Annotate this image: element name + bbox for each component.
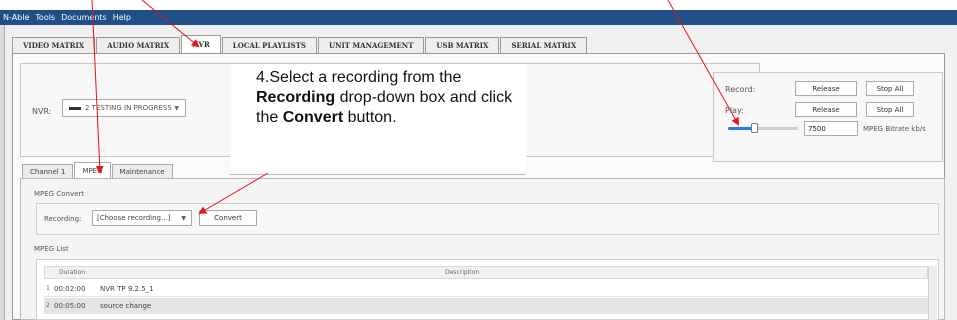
tab-local-playlists[interactable]: LOCAL PLAYLISTS	[221, 37, 317, 53]
record-stop-all-button[interactable]: Stop All	[866, 81, 914, 96]
chevron-down-icon: ▼	[174, 104, 179, 112]
callout-text-3: button.	[343, 109, 397, 126]
mpeg-convert-title: MPEG Convert	[34, 190, 85, 198]
tab-maintenance[interactable]: Maintenance	[111, 164, 173, 178]
convert-button[interactable]: Convert	[199, 210, 257, 226]
menu-bar: N-Able Tools Documents Help	[0, 10, 957, 25]
tab-audio-matrix[interactable]: AUDIO MATRIX	[96, 37, 181, 53]
menu-n-able[interactable]: N-Able	[3, 13, 29, 22]
menu-help[interactable]: Help	[113, 13, 131, 22]
list-item[interactable]: 2 00:05:00 source change	[44, 298, 928, 314]
row-description: NVR TP 9.2.5_1	[100, 285, 154, 293]
main-tab-bar: VIDEO MATRIX AUDIO MATRIX NVR LOCAL PLAY…	[12, 35, 588, 53]
play-stop-all-button[interactable]: Stop All	[866, 102, 914, 117]
recording-selected-value: [Choose recording...]	[97, 214, 171, 222]
record-label: Record:	[725, 85, 756, 94]
play-release-button[interactable]: Release	[795, 102, 857, 117]
row-duration: 00:02:00	[54, 285, 86, 293]
status-dash-icon	[69, 106, 81, 110]
record-release-button[interactable]: Release	[795, 81, 857, 96]
callout-bold-convert: Convert	[282, 109, 344, 126]
column-duration[interactable]: Duration	[59, 269, 85, 276]
bitrate-unit-label: MPEG Bitrate kb/s	[863, 125, 926, 133]
callout-bold-recording: Recording	[256, 89, 336, 106]
bitrate-input[interactable]: 7500	[804, 121, 858, 136]
callout-text-1: 4.Select a recording from the	[256, 69, 462, 86]
row-number: 1	[46, 285, 50, 292]
row-duration: 00:05:00	[54, 302, 86, 310]
nvr-label: NVR:	[32, 107, 52, 116]
column-description[interactable]: Description	[445, 269, 479, 276]
sub-tab-bar: Channel 1 MPEG Maintenance	[22, 162, 174, 178]
row-description: source change	[100, 302, 152, 310]
list-header: Duration Description	[44, 266, 928, 279]
list-item[interactable]: 1 00:02:00 NVR TP 9.2.5_1	[44, 281, 928, 297]
list-scrollbar[interactable]	[928, 266, 937, 320]
nvr-dropdown[interactable]: 2 TESTING IN PROGRESS ▼	[62, 99, 186, 117]
tab-nvr[interactable]: NVR	[181, 35, 221, 53]
instruction-callout: 4.Select a recording from the Recording …	[230, 64, 526, 171]
recording-label: Recording:	[44, 215, 82, 223]
tab-mpeg[interactable]: MPEG	[74, 162, 111, 178]
window-left-edge	[0, 25, 5, 320]
chevron-down-icon: ▼	[181, 214, 186, 222]
tab-usb-matrix[interactable]: USB MATRIX	[425, 37, 500, 53]
callout-underline	[230, 174, 526, 175]
tab-channel-1[interactable]: Channel 1	[22, 164, 74, 178]
tab-serial-matrix[interactable]: SERIAL MATRIX	[500, 37, 588, 53]
menu-tools[interactable]: Tools	[35, 13, 55, 22]
tab-video-matrix[interactable]: VIDEO MATRIX	[12, 37, 96, 53]
mpeg-list-title: MPEG List	[34, 245, 69, 253]
nvr-selected-value: 2 TESTING IN PROGRESS	[85, 104, 172, 112]
bitrate-slider-thumb[interactable]	[751, 123, 758, 133]
play-label: Play:	[725, 106, 744, 115]
tab-unit-management[interactable]: UNIT MANAGEMENT	[317, 37, 425, 53]
menu-documents[interactable]: Documents	[61, 13, 107, 22]
recording-dropdown[interactable]: [Choose recording...] ▼	[92, 210, 192, 226]
row-number: 2	[46, 302, 50, 309]
